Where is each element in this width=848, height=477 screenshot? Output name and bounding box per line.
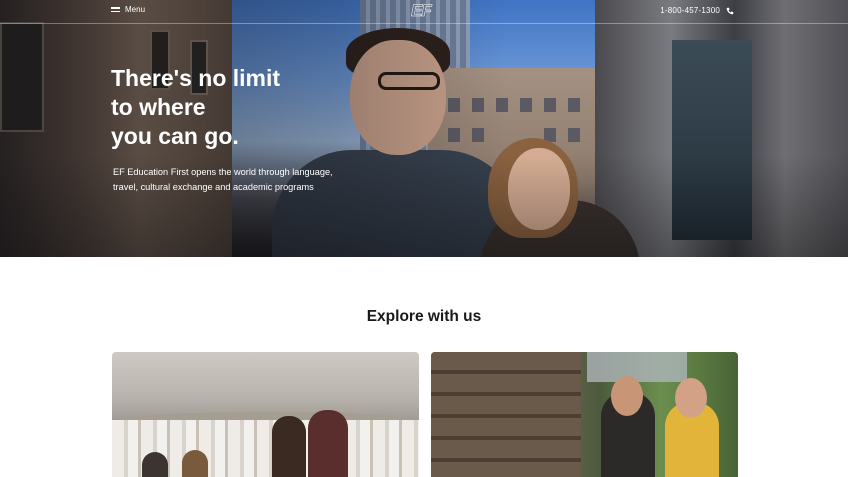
- explore-card-santorini[interactable]: [112, 352, 419, 477]
- explore-card-paris[interactable]: [431, 352, 738, 477]
- top-nav: Menu EF 1-800-457-1300: [0, 0, 848, 24]
- card-person: [272, 416, 306, 477]
- explore-title: Explore with us: [366, 308, 482, 325]
- hero-subtext: EF Education First opens the world throu…: [113, 167, 333, 192]
- menu-label: Menu: [125, 5, 146, 14]
- card-paris-building: [431, 352, 581, 477]
- phone-number: 1-800-457-1300: [660, 6, 720, 15]
- phone-link[interactable]: 1-800-457-1300: [660, 6, 734, 15]
- card-person-head: [675, 378, 707, 418]
- hero-headline-line: you can go.: [111, 123, 239, 149]
- menu-button[interactable]: Menu: [111, 5, 145, 14]
- hero-headline-line: There's no limit: [111, 65, 281, 91]
- card-person: [308, 410, 348, 477]
- card-person: [142, 452, 168, 477]
- card-person-head: [611, 376, 643, 416]
- card-person: [182, 450, 208, 477]
- ef-logo[interactable]: EF: [411, 1, 432, 21]
- hamburger-icon: [111, 6, 120, 13]
- phone-icon: [726, 7, 734, 14]
- hero-headline-line: to where: [111, 94, 206, 120]
- hero-banner: Menu EF 1-800-457-1300 There's no limit …: [0, 0, 848, 257]
- card-eiffel-tower: [587, 352, 687, 382]
- hero-headline: There's no limit to where you can go.: [111, 64, 351, 151]
